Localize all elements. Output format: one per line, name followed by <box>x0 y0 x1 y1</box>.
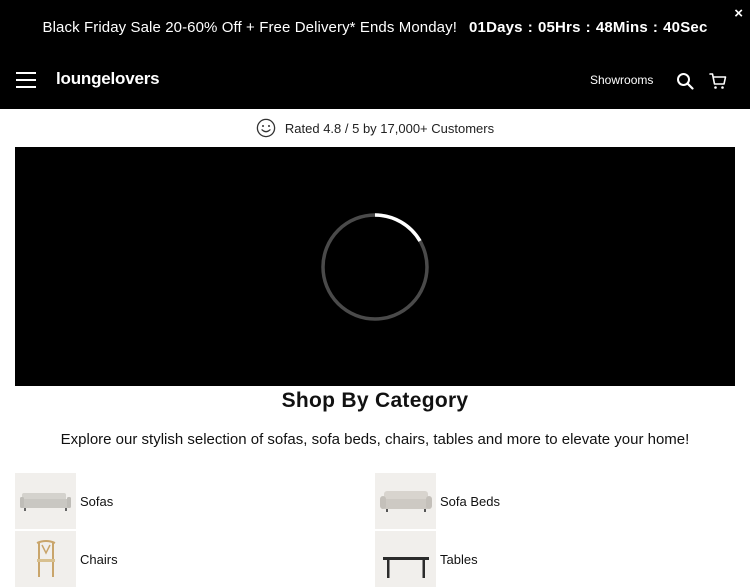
search-icon[interactable] <box>676 72 694 90</box>
countdown-secs: 40Sec <box>663 18 708 36</box>
promo-message: Black Friday Sale 20-60% Off + Free Deli… <box>42 18 457 36</box>
section-subtitle: Explore our stylish selection of sofas, … <box>60 431 690 448</box>
main-header: loungelovers Showrooms <box>0 54 750 109</box>
countdown-separator: : <box>527 18 533 36</box>
smiley-icon <box>256 118 276 138</box>
sofa-thumbnail <box>15 473 76 529</box>
close-icon[interactable]: × <box>734 5 743 22</box>
countdown-days: 01Days <box>468 18 523 36</box>
sofa-bed-thumbnail <box>375 473 436 529</box>
cart-icon[interactable] <box>709 72 727 90</box>
site-logo[interactable]: loungelovers <box>56 69 160 89</box>
countdown-separator: : <box>585 18 591 36</box>
table-thumbnail <box>375 531 436 587</box>
category-tables[interactable]: Tables <box>375 531 478 587</box>
promo-banner: Black Friday Sale 20-60% Off + Free Deli… <box>0 0 750 54</box>
category-label: Sofas <box>80 493 114 509</box>
spinner-icon <box>321 213 429 321</box>
category-sofas[interactable]: Sofas <box>15 473 113 529</box>
section-title: Shop By Category <box>281 389 469 412</box>
countdown-timer: 01Days:05Hrs:48Mins:40Sec <box>469 19 708 36</box>
showrooms-link[interactable]: Showrooms <box>590 73 653 87</box>
category-label: Sofa Beds <box>440 493 500 509</box>
category-chairs[interactable]: Chairs <box>15 531 118 587</box>
category-sofa-beds[interactable]: Sofa Beds <box>375 473 500 529</box>
menu-icon[interactable] <box>16 72 36 88</box>
rating-strip: Rated 4.8 / 5 by 17,000+ Customers <box>0 109 750 147</box>
category-label: Tables <box>440 551 478 567</box>
countdown-hours: 05Hrs <box>537 18 581 36</box>
countdown-separator: : <box>652 18 659 36</box>
rating-text: Rated 4.8 / 5 by 17,000+ Customers <box>284 120 495 136</box>
countdown-mins: 48Mins <box>595 18 648 36</box>
chair-thumbnail <box>15 531 76 587</box>
category-label: Chairs <box>80 551 118 567</box>
hero-video[interactable] <box>15 147 735 386</box>
